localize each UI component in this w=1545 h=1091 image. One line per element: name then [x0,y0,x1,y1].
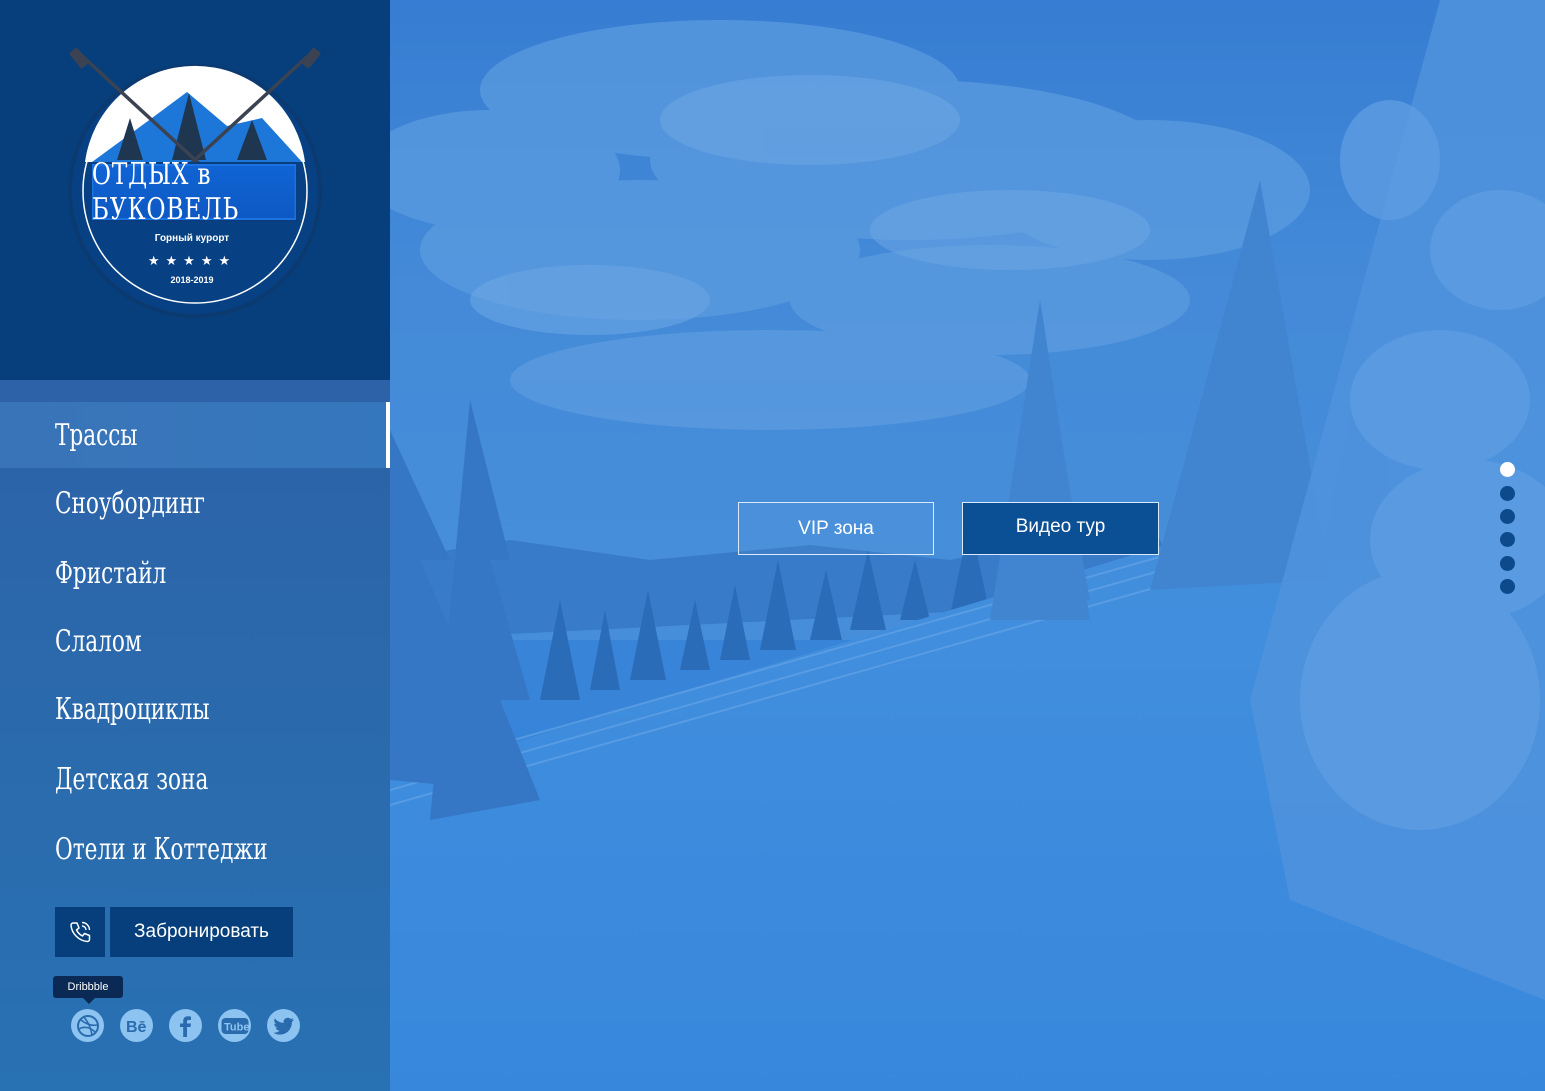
nav-item-label: Отели и Коттеджи [55,831,268,867]
phone-button[interactable] [55,907,105,957]
book-button[interactable]: Забронировать [110,907,293,957]
nav-item-trassy[interactable]: Трассы [0,402,390,468]
logo-years: 2018-2019 [170,275,214,285]
logo-subtitle: Горный курорт [154,233,230,244]
logo-title: ОТДЫХ в БУКОВЕЛЬ [90,157,298,227]
nav-item-label: Слалом [55,623,142,659]
slider-dot[interactable] [1500,462,1515,477]
svg-text:Tube: Tube [224,1021,249,1033]
nav-item-quadbikes[interactable]: Квадроциклы [0,676,390,742]
nav-item-freestyle[interactable]: Фристайл [0,540,390,606]
slider-dot[interactable] [1500,509,1515,524]
slider-dot[interactable] [1500,532,1515,547]
youtube-icon[interactable]: Tube [218,1009,251,1042]
slider-dot[interactable] [1500,486,1515,501]
nav-item-hotels[interactable]: Отели и Коттеджи [0,816,390,882]
nav-item-label: Трассы [55,417,138,453]
vip-zone-button[interactable]: VIP зона [738,502,934,555]
social-tooltip: Dribbble [53,976,123,1004]
behance-icon[interactable]: Bē [120,1009,153,1042]
nav-item-label: Фристайл [55,555,167,591]
dribbble-icon[interactable] [71,1009,104,1042]
nav-item-label: Сноубординг [55,485,205,521]
resort-logo[interactable]: ОТДЫХ в БУКОВЕЛЬ Горный курорт ★★★★★ 201… [52,48,342,328]
twitter-icon[interactable] [267,1009,300,1042]
logo-stars: ★★★★★ [147,253,237,268]
nav-item-kids-zone[interactable]: Детская зона [0,746,390,812]
slider-dot[interactable] [1500,556,1515,571]
phone-icon [70,921,91,943]
nav-item-label: Квадроциклы [55,691,210,727]
nav-item-slalom[interactable]: Слалом [0,608,390,674]
facebook-icon[interactable] [169,1009,202,1042]
sidebar-logo-area: ОТДЫХ в БУКОВЕЛЬ Горный курорт ★★★★★ 201… [0,0,390,380]
nav-item-snowboarding[interactable]: Сноубординг [0,470,390,536]
sidebar: ОТДЫХ в БУКОВЕЛЬ Горный курорт ★★★★★ 201… [0,0,390,1091]
slider-dot[interactable] [1500,579,1515,594]
nav-item-label: Детская зона [55,761,209,797]
video-tour-button[interactable]: Видео тур [962,502,1159,555]
svg-text:Bē: Bē [126,1019,147,1036]
